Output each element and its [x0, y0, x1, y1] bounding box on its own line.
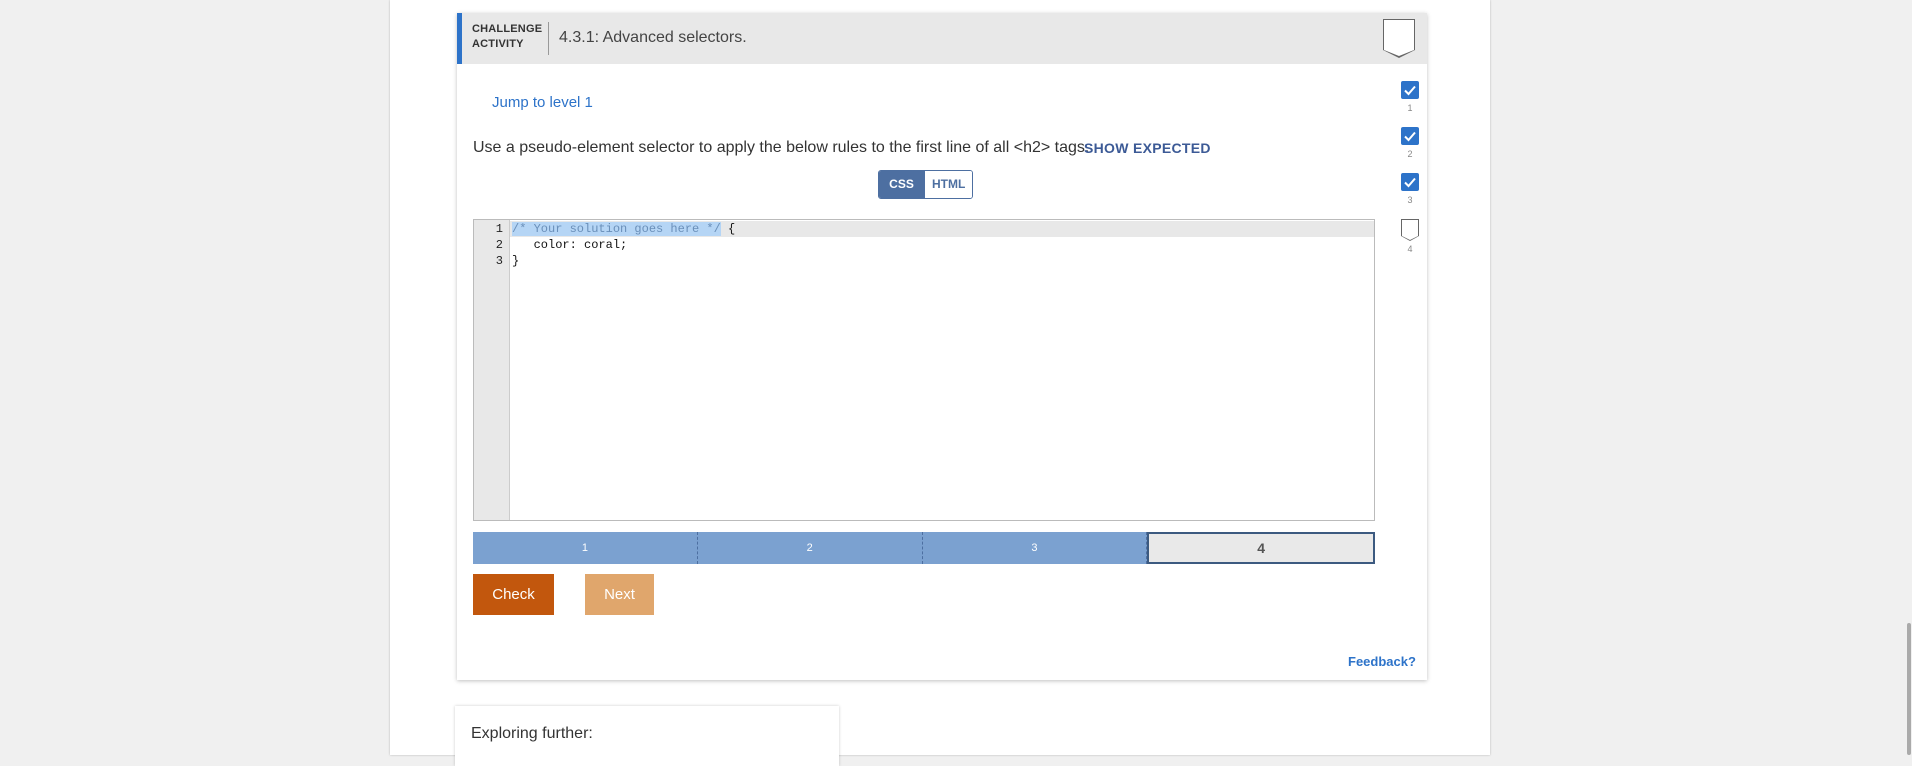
- activity-type-label: CHALLENGE ACTIVITY: [472, 22, 542, 52]
- exploring-further-card: Exploring further:: [455, 706, 839, 766]
- activity-title: 4.3.1: Advanced selectors.: [559, 29, 747, 46]
- activity-type-line1: CHALLENGE: [472, 23, 543, 35]
- next-button[interactable]: Next: [585, 574, 654, 615]
- line-number: 3: [495, 254, 503, 268]
- code-line-2[interactable]: color: coral;: [512, 238, 628, 252]
- side-level-1[interactable]: 1: [1401, 81, 1419, 113]
- code-line-1[interactable]: /* Your solution goes here */ {: [512, 222, 735, 236]
- scrollbar-thumb[interactable]: [1907, 623, 1911, 755]
- language-toggle: CSS HTML: [878, 170, 974, 199]
- side-level-number: 1: [1407, 103, 1413, 113]
- side-level-number: 3: [1407, 195, 1413, 205]
- line-number: 2: [495, 238, 503, 252]
- code-line-3[interactable]: }: [512, 254, 519, 268]
- level-segment-3[interactable]: 3: [922, 532, 1148, 564]
- check-button[interactable]: Check: [473, 574, 554, 615]
- side-level-number: 2: [1407, 149, 1413, 159]
- side-level-2[interactable]: 2: [1401, 127, 1419, 159]
- side-level-number: 4: [1407, 244, 1413, 254]
- activity-header: CHALLENGE ACTIVITY 4.3.1: Advanced selec…: [457, 13, 1427, 64]
- side-level-4[interactable]: 4: [1400, 219, 1419, 254]
- line-number-gutter: 1 2 3: [474, 220, 510, 520]
- level-segment-4[interactable]: 4: [1147, 532, 1375, 564]
- selected-comment: /* Your solution goes here */: [512, 222, 721, 236]
- tab-css[interactable]: CSS: [879, 171, 924, 198]
- show-expected-button[interactable]: SHOW EXPECTED: [1084, 140, 1211, 156]
- check-icon: [1401, 173, 1419, 191]
- empty-badge-icon: [1400, 219, 1419, 241]
- exploring-further-title: Exploring further:: [471, 725, 593, 742]
- tab-html[interactable]: HTML: [924, 171, 973, 198]
- code-brace: {: [720, 222, 736, 236]
- feedback-link[interactable]: Feedback?: [1348, 654, 1416, 669]
- level-progress-bar: 1 2 3 4: [473, 532, 1375, 564]
- challenge-activity-card: CHALLENGE ACTIVITY 4.3.1: Advanced selec…: [457, 13, 1427, 680]
- level-segment-1[interactable]: 1: [473, 532, 698, 564]
- side-level-3[interactable]: 3: [1401, 173, 1419, 205]
- scrollbar[interactable]: [1906, 0, 1912, 755]
- code-editor[interactable]: 1 2 3 /* Your solution goes here */ { co…: [473, 219, 1375, 521]
- line-number: 1: [495, 222, 503, 236]
- level-segment-2[interactable]: 2: [697, 532, 923, 564]
- instructions-text: Use a pseudo-element selector to apply t…: [473, 139, 1090, 156]
- check-icon: [1401, 127, 1419, 145]
- jump-to-level-link[interactable]: Jump to level 1: [492, 94, 593, 111]
- header-divider: [548, 22, 549, 55]
- check-icon: [1401, 81, 1419, 99]
- activity-type-line2: ACTIVITY: [472, 38, 524, 50]
- completion-badge-icon: [1383, 19, 1415, 58]
